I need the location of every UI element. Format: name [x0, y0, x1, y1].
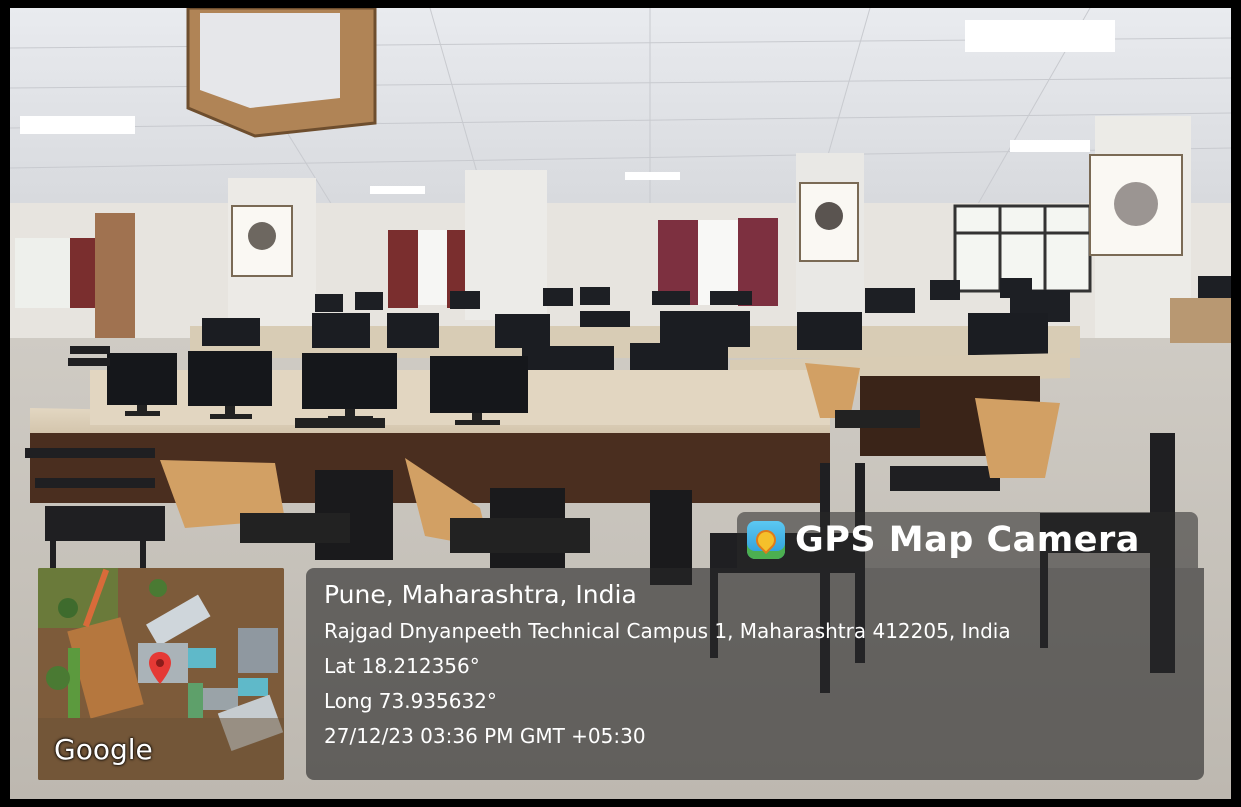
location-info-panel: Pune, Maharashtra, India Rajgad Dnyanpee… [306, 568, 1204, 780]
datetime: 27/12/23 03:36 PM GMT +05:30 [324, 724, 646, 748]
address: Rajgad Dnyanpeeth Technical Campus 1, Ma… [324, 619, 1011, 643]
latitude: Lat 18.212356° [324, 654, 480, 678]
google-logo: Google [54, 733, 153, 766]
satellite-map-thumbnail: Google [38, 568, 284, 780]
location-title: Pune, Maharashtra, India [324, 580, 637, 609]
map-pin-icon [747, 521, 785, 559]
longitude: Long 73.935632° [324, 689, 497, 713]
app-branding-badge: GPS Map Camera [737, 512, 1198, 568]
app-name: GPS Map Camera [795, 520, 1140, 560]
